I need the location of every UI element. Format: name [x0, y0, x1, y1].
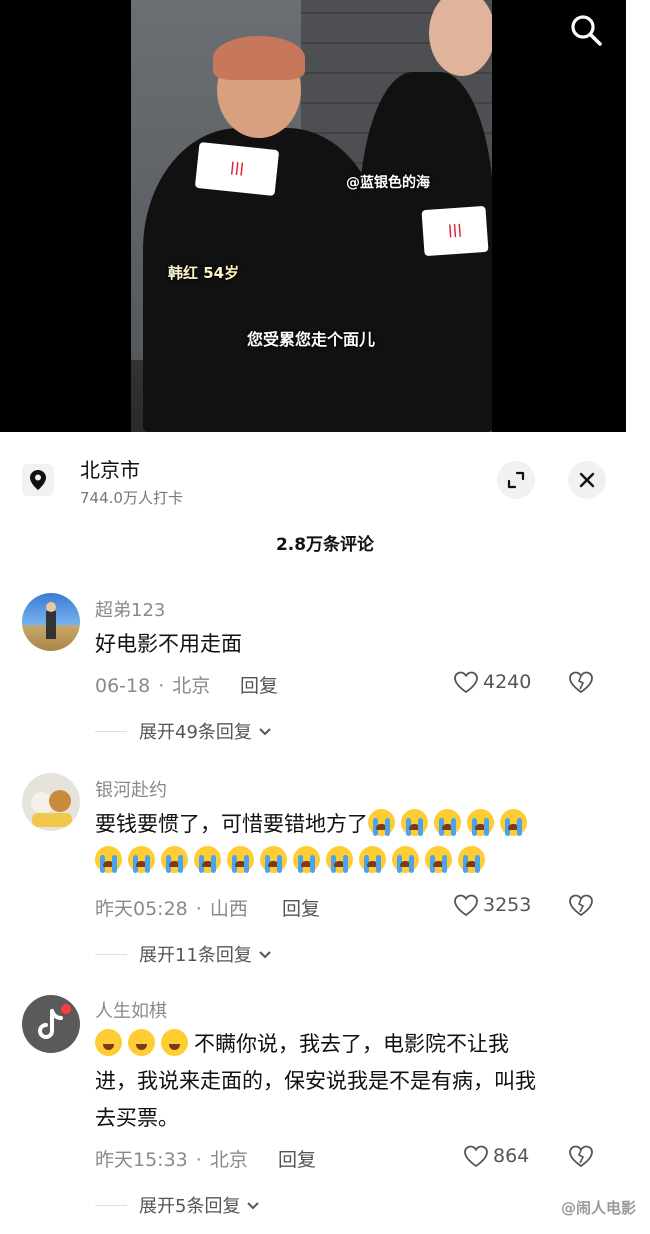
video-name-caption: 韩红 54岁 [168, 264, 240, 282]
expand-replies-button[interactable]: 展开49条回复 [95, 718, 274, 744]
loudly-crying-emoji-icon [128, 846, 155, 873]
avatar[interactable] [22, 773, 80, 831]
chevron-down-icon [259, 728, 271, 736]
broken-heart-icon [569, 894, 593, 917]
comment-date: 06-18 [95, 675, 151, 697]
location-pin-icon [22, 464, 54, 496]
comment-text: 要钱要惯了，可惜要错地方了 [95, 812, 368, 836]
expand-replies-button[interactable]: 展开5条回复 [95, 1192, 262, 1218]
laughing-crying-emoji-icon [128, 1029, 155, 1056]
comment-username[interactable]: 银河赴约 [95, 776, 167, 802]
heart-icon [454, 671, 478, 694]
comment-text: 好电影不用走面 [95, 632, 242, 656]
like-count: 864 [493, 1145, 530, 1167]
divider [95, 1204, 127, 1206]
like-button[interactable]: 3253 [453, 893, 531, 917]
comment-region: 山西 [209, 898, 248, 920]
comment-meta: 06-18 · 北京 [95, 675, 211, 697]
loudly-crying-emoji-icon [227, 846, 254, 873]
close-button[interactable] [568, 461, 606, 499]
source-watermark: @闹人电影 [560, 1199, 636, 1217]
expand-button[interactable] [497, 461, 535, 499]
like-count: 4240 [483, 671, 532, 693]
search-icon[interactable] [568, 12, 604, 48]
location-name: 北京市 [80, 458, 140, 482]
loudly-crying-emoji-icon [392, 846, 419, 873]
like-button[interactable]: 864 [463, 1144, 529, 1168]
comment-date: 昨天05:28 [95, 898, 188, 920]
broken-heart-icon [569, 671, 593, 694]
loudly-crying-emoji-icon [359, 846, 386, 873]
divider [95, 730, 127, 732]
comment-text-block: 不瞒你说，我去了，电影院不让我 进，我说来走面的，保安说我是不是有病，叫我 去买… [95, 1026, 605, 1137]
loudly-crying-emoji-icon [260, 846, 287, 873]
dislike-button[interactable] [568, 893, 594, 921]
comment-item: 人生如棋 不瞒你说，我去了，电影院不让我 进，我说来走面的，保安说我是不是有病，… [0, 992, 626, 1232]
reply-button[interactable]: 回复 [282, 894, 320, 921]
comment-text-line1: 不瞒你说，我去了，电影院不让我 [194, 1032, 509, 1056]
comment-region: 北京 [209, 1149, 248, 1171]
reply-button[interactable]: 回复 [278, 1145, 316, 1172]
video-player[interactable]: ||| ||| @蓝银色的海 韩红 54岁 您受累您走个面儿 [0, 0, 626, 432]
comment-text-block: 要钱要惯了，可惜要错地方了 [95, 806, 605, 880]
divider [95, 953, 127, 955]
location-checkins: 744.0万人打卡 [80, 489, 183, 507]
loudly-crying-emoji-icon [95, 846, 122, 873]
loudly-crying-emoji-icon [194, 846, 221, 873]
expand-icon [507, 471, 525, 489]
loudly-crying-emoji-icon [161, 846, 188, 873]
heart-icon [464, 1145, 488, 1168]
expand-replies-label: 展开11条回复 [139, 945, 252, 966]
comment-text-line3: 去买票。 [95, 1106, 179, 1130]
heart-icon [454, 894, 478, 917]
comments-sheet: 北京市 744.0万人打卡 2.8万条评论 超弟123 好电影不用走面 06-1… [0, 432, 626, 1234]
loudly-crying-emoji-icon [458, 846, 485, 873]
dislike-button[interactable] [568, 670, 594, 698]
person-left-hair [213, 36, 305, 80]
avatar[interactable] [22, 593, 80, 651]
video-watermark: @蓝银色的海 [346, 175, 430, 191]
like-button[interactable]: 4240 [453, 670, 531, 694]
loudly-crying-emoji-icon [500, 809, 527, 836]
expand-replies-button[interactable]: 展开11条回复 [95, 941, 274, 967]
loudly-crying-emoji-icon [434, 809, 461, 836]
loudly-crying-emoji-icon [467, 809, 494, 836]
mic-card-left: ||| [194, 141, 280, 197]
comment-meta: 昨天05:28 · 山西 [95, 898, 248, 920]
chevron-down-icon [247, 1202, 260, 1210]
expand-replies-label: 展开5条回复 [139, 1196, 241, 1217]
dislike-button[interactable] [568, 1144, 594, 1172]
video-subtitle: 您受累您走个面儿 [247, 330, 376, 349]
comment-text-line2: 进，我说来走面的，保安说我是不是有病，叫我 [95, 1069, 536, 1093]
loudly-crying-emoji-icon [368, 809, 395, 836]
mic-card-right: ||| [421, 205, 489, 257]
broken-heart-icon [569, 1145, 593, 1168]
comment-item: 银河赴约 要钱要惯了，可惜要错地方了 昨天05:28 · 山西 回复 3253 展开… [0, 770, 626, 970]
comment-region: 北京 [172, 675, 211, 697]
comment-username[interactable]: 人生如棋 [95, 997, 167, 1023]
loudly-crying-emoji-icon [425, 846, 452, 873]
laughing-crying-emoji-icon [95, 1029, 122, 1056]
comment-date: 昨天15:33 [95, 1149, 188, 1171]
chevron-down-icon [259, 951, 271, 959]
laughing-crying-emoji-icon [161, 1029, 188, 1056]
comment-item: 超弟123 好电影不用走面 06-18 · 北京 回复 4240 展开49条回复 [0, 588, 626, 758]
loudly-crying-emoji-icon [401, 809, 428, 836]
avatar[interactable] [22, 995, 80, 1053]
loudly-crying-emoji-icon [293, 846, 320, 873]
close-icon [579, 472, 595, 488]
loudly-crying-emoji-icon [326, 846, 353, 873]
expand-replies-label: 展开49条回复 [139, 722, 252, 743]
video-frame: ||| ||| @蓝银色的海 韩红 54岁 您受累您走个面儿 [131, 0, 492, 432]
reply-button[interactable]: 回复 [240, 671, 278, 698]
comment-meta: 昨天15:33 · 北京 [95, 1149, 248, 1171]
like-count: 3253 [483, 894, 532, 916]
comment-username[interactable]: 超弟123 [95, 596, 165, 622]
comment-count-title: 2.8万条评论 [275, 535, 375, 555]
